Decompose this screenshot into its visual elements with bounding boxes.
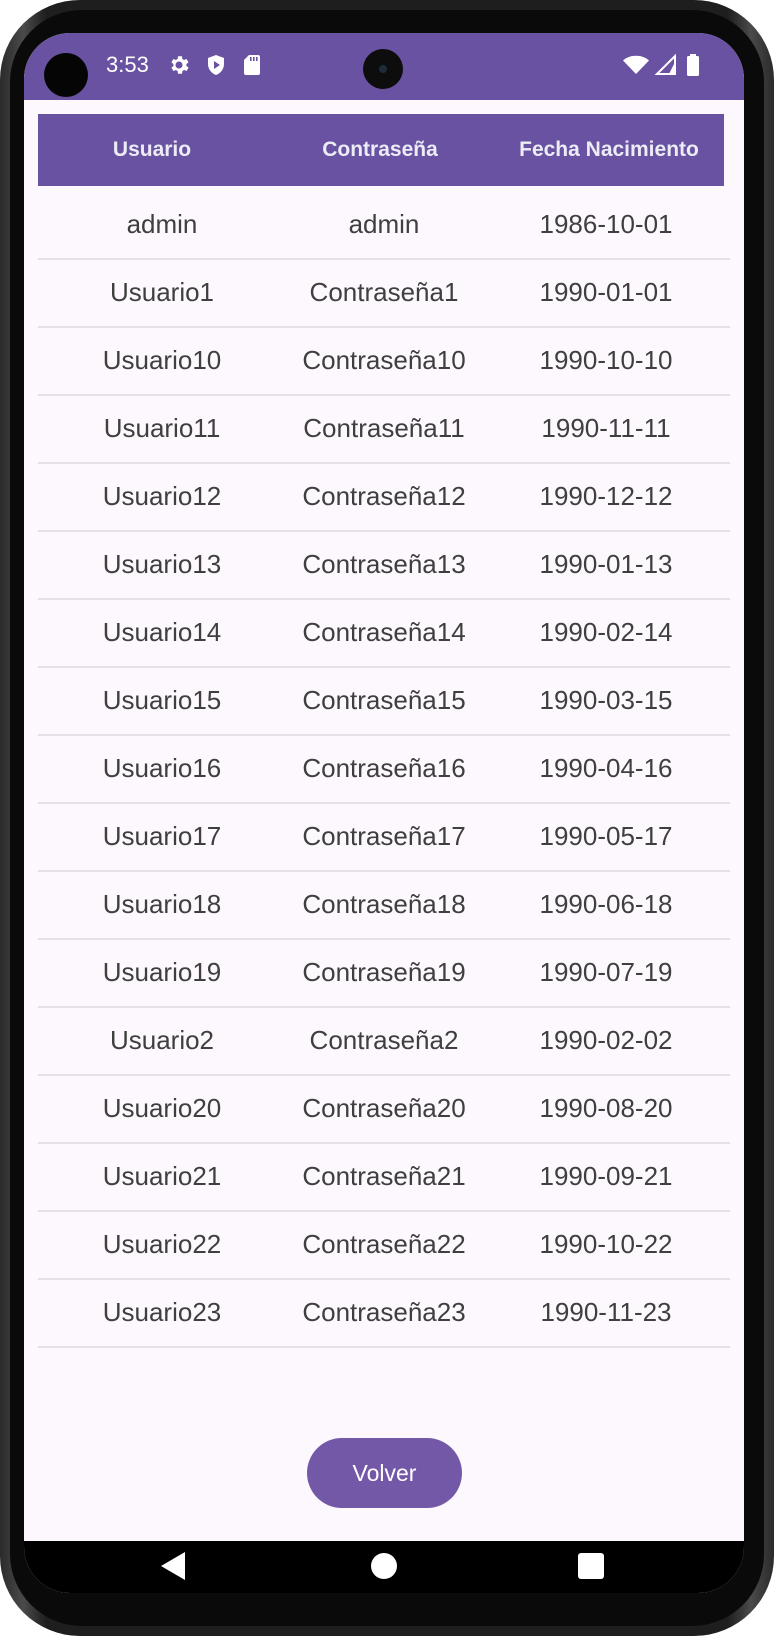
cell-fecha: 1990-04-16: [539, 752, 673, 783]
cell-contrasena: Contraseña18: [302, 888, 466, 919]
sd-card-icon: [244, 55, 260, 75]
nav-back-icon[interactable]: [159, 1550, 187, 1582]
cell-fecha: 1990-03-15: [539, 684, 673, 715]
cell-contrasena: admin: [348, 208, 420, 239]
cell-fecha: 1990-02-02: [539, 1024, 673, 1055]
cell-usuario: Usuario21: [102, 1160, 222, 1191]
volver-button[interactable]: Volver: [307, 1438, 462, 1508]
table-row[interactable]: Usuario18 Contraseña18 1990-06-18: [38, 870, 730, 940]
table-row[interactable]: Usuario15 Contraseña15 1990-03-15: [38, 666, 730, 736]
table-row[interactable]: Usuario2 Contraseña2 1990-02-02: [38, 1006, 730, 1076]
header-usuario: Usuario: [112, 138, 192, 161]
cell-contrasena: Contraseña1: [309, 276, 459, 307]
cell-contrasena: Contraseña11: [303, 412, 465, 443]
cell-fecha: 1990-01-01: [539, 276, 673, 307]
cell-usuario: Usuario10: [102, 344, 222, 375]
cell-fecha: 1990-11-11: [541, 412, 671, 443]
table-row[interactable]: Usuario14 Contraseña14 1990-02-14: [38, 598, 730, 668]
cell-contrasena: Contraseña19: [302, 956, 466, 987]
table-row[interactable]: Usuario21 Contraseña21 1990-09-21: [38, 1142, 730, 1212]
cell-fecha: 1990-12-12: [539, 480, 673, 511]
cell-usuario: Usuario23: [102, 1296, 222, 1327]
cell-fecha: 1990-01-13: [539, 548, 673, 579]
table-row[interactable]: Usuario19 Contraseña19 1990-07-19: [38, 938, 730, 1008]
cell-contrasena: Contraseña10: [302, 344, 466, 375]
cell-usuario: Usuario2: [109, 1024, 215, 1055]
cell-fecha: 1990-10-10: [539, 344, 673, 375]
cell-fecha: 1990-10-22: [539, 1228, 673, 1259]
table-row[interactable]: Usuario13 Contraseña13 1990-01-13: [38, 530, 730, 600]
cell-usuario: Usuario16: [102, 752, 222, 783]
cell-usuario: Usuario12: [102, 480, 222, 511]
screen: 3:53 Usuario Contraseña Fecha Nacimiento…: [24, 33, 744, 1593]
cell-fecha: 1990-05-17: [539, 820, 673, 851]
cell-contrasena: Contraseña15: [302, 684, 466, 715]
cell-fecha: 1990-02-14: [539, 616, 673, 647]
cell-contrasena: Contraseña23: [302, 1296, 466, 1327]
table-row[interactable]: Usuario22 Contraseña22 1990-10-22: [38, 1210, 730, 1280]
cell-contrasena: Contraseña13: [302, 548, 466, 579]
cell-usuario: Usuario11: [103, 412, 221, 443]
cell-fecha: 1990-08-20: [539, 1092, 673, 1123]
users-table-screen: Usuario Contraseña Fecha Nacimiento admi…: [24, 100, 744, 1541]
status-time: 3:53: [106, 52, 149, 77]
cell-contrasena: Contraseña22: [302, 1228, 466, 1259]
cell-usuario: Usuario17: [102, 820, 222, 851]
cell-contrasena: Contraseña20: [302, 1092, 466, 1123]
camera-cutout-left: [44, 53, 88, 97]
wifi-icon: [623, 55, 649, 74]
table-row[interactable]: Usuario11 Contraseña11 1990-11-11: [38, 394, 730, 464]
cell-fecha: 1990-07-19: [539, 956, 673, 987]
cell-usuario: Usuario15: [102, 684, 222, 715]
status-bar: 3:53: [24, 33, 744, 100]
nav-home-icon[interactable]: [371, 1553, 397, 1579]
play-protect-icon: [208, 55, 224, 75]
cell-usuario: Usuario20: [102, 1092, 222, 1123]
cell-usuario: Usuario22: [102, 1228, 222, 1259]
cell-fecha: 1990-11-23: [540, 1296, 672, 1327]
cell-contrasena: Contraseña21: [302, 1160, 466, 1191]
cell-contrasena: Contraseña2: [309, 1024, 459, 1055]
cell-contrasena: Contraseña16: [302, 752, 466, 783]
table-row[interactable]: Usuario1 Contraseña1 1990-01-01: [38, 258, 730, 328]
battery-icon: [687, 54, 699, 76]
table-row[interactable]: Usuario10 Contraseña10 1990-10-10: [38, 326, 730, 396]
cell-usuario: Usuario13: [102, 548, 222, 579]
settings-icon: [171, 56, 189, 74]
nav-recents-icon[interactable]: [578, 1553, 604, 1579]
table-row[interactable]: Usuario12 Contraseña12 1990-12-12: [38, 462, 730, 532]
cell-contrasena: Contraseña14: [302, 616, 466, 647]
table-row[interactable]: admin admin 1986-10-01: [38, 190, 730, 260]
cell-contrasena: Contraseña17: [302, 820, 466, 851]
cell-usuario: Usuario18: [102, 888, 222, 919]
table-row[interactable]: Usuario16 Contraseña16 1990-04-16: [38, 734, 730, 804]
signal-icon: [654, 53, 676, 75]
table-row[interactable]: Usuario23 Contraseña23 1990-11-23: [38, 1278, 730, 1348]
navigation-bar: [24, 1541, 744, 1593]
cell-contrasena: Contraseña12: [302, 480, 466, 511]
header-fecha-nacimiento: Fecha Nacimiento: [519, 138, 699, 161]
cell-usuario: admin: [126, 208, 198, 239]
cell-usuario: Usuario1: [109, 276, 215, 307]
table-row[interactable]: Usuario20 Contraseña20 1990-08-20: [38, 1074, 730, 1144]
front-camera: [363, 49, 403, 89]
cell-fecha: 1990-06-18: [539, 888, 673, 919]
cell-fecha: 1990-09-21: [539, 1160, 673, 1191]
cell-usuario: Usuario19: [102, 956, 222, 987]
table-row[interactable]: Usuario17 Contraseña17 1990-05-17: [38, 802, 730, 872]
table-header: Usuario Contraseña Fecha Nacimiento: [38, 114, 724, 186]
cell-fecha: 1986-10-01: [539, 208, 673, 239]
header-contrasena: Contraseña: [322, 138, 438, 161]
cell-usuario: Usuario14: [102, 616, 222, 647]
